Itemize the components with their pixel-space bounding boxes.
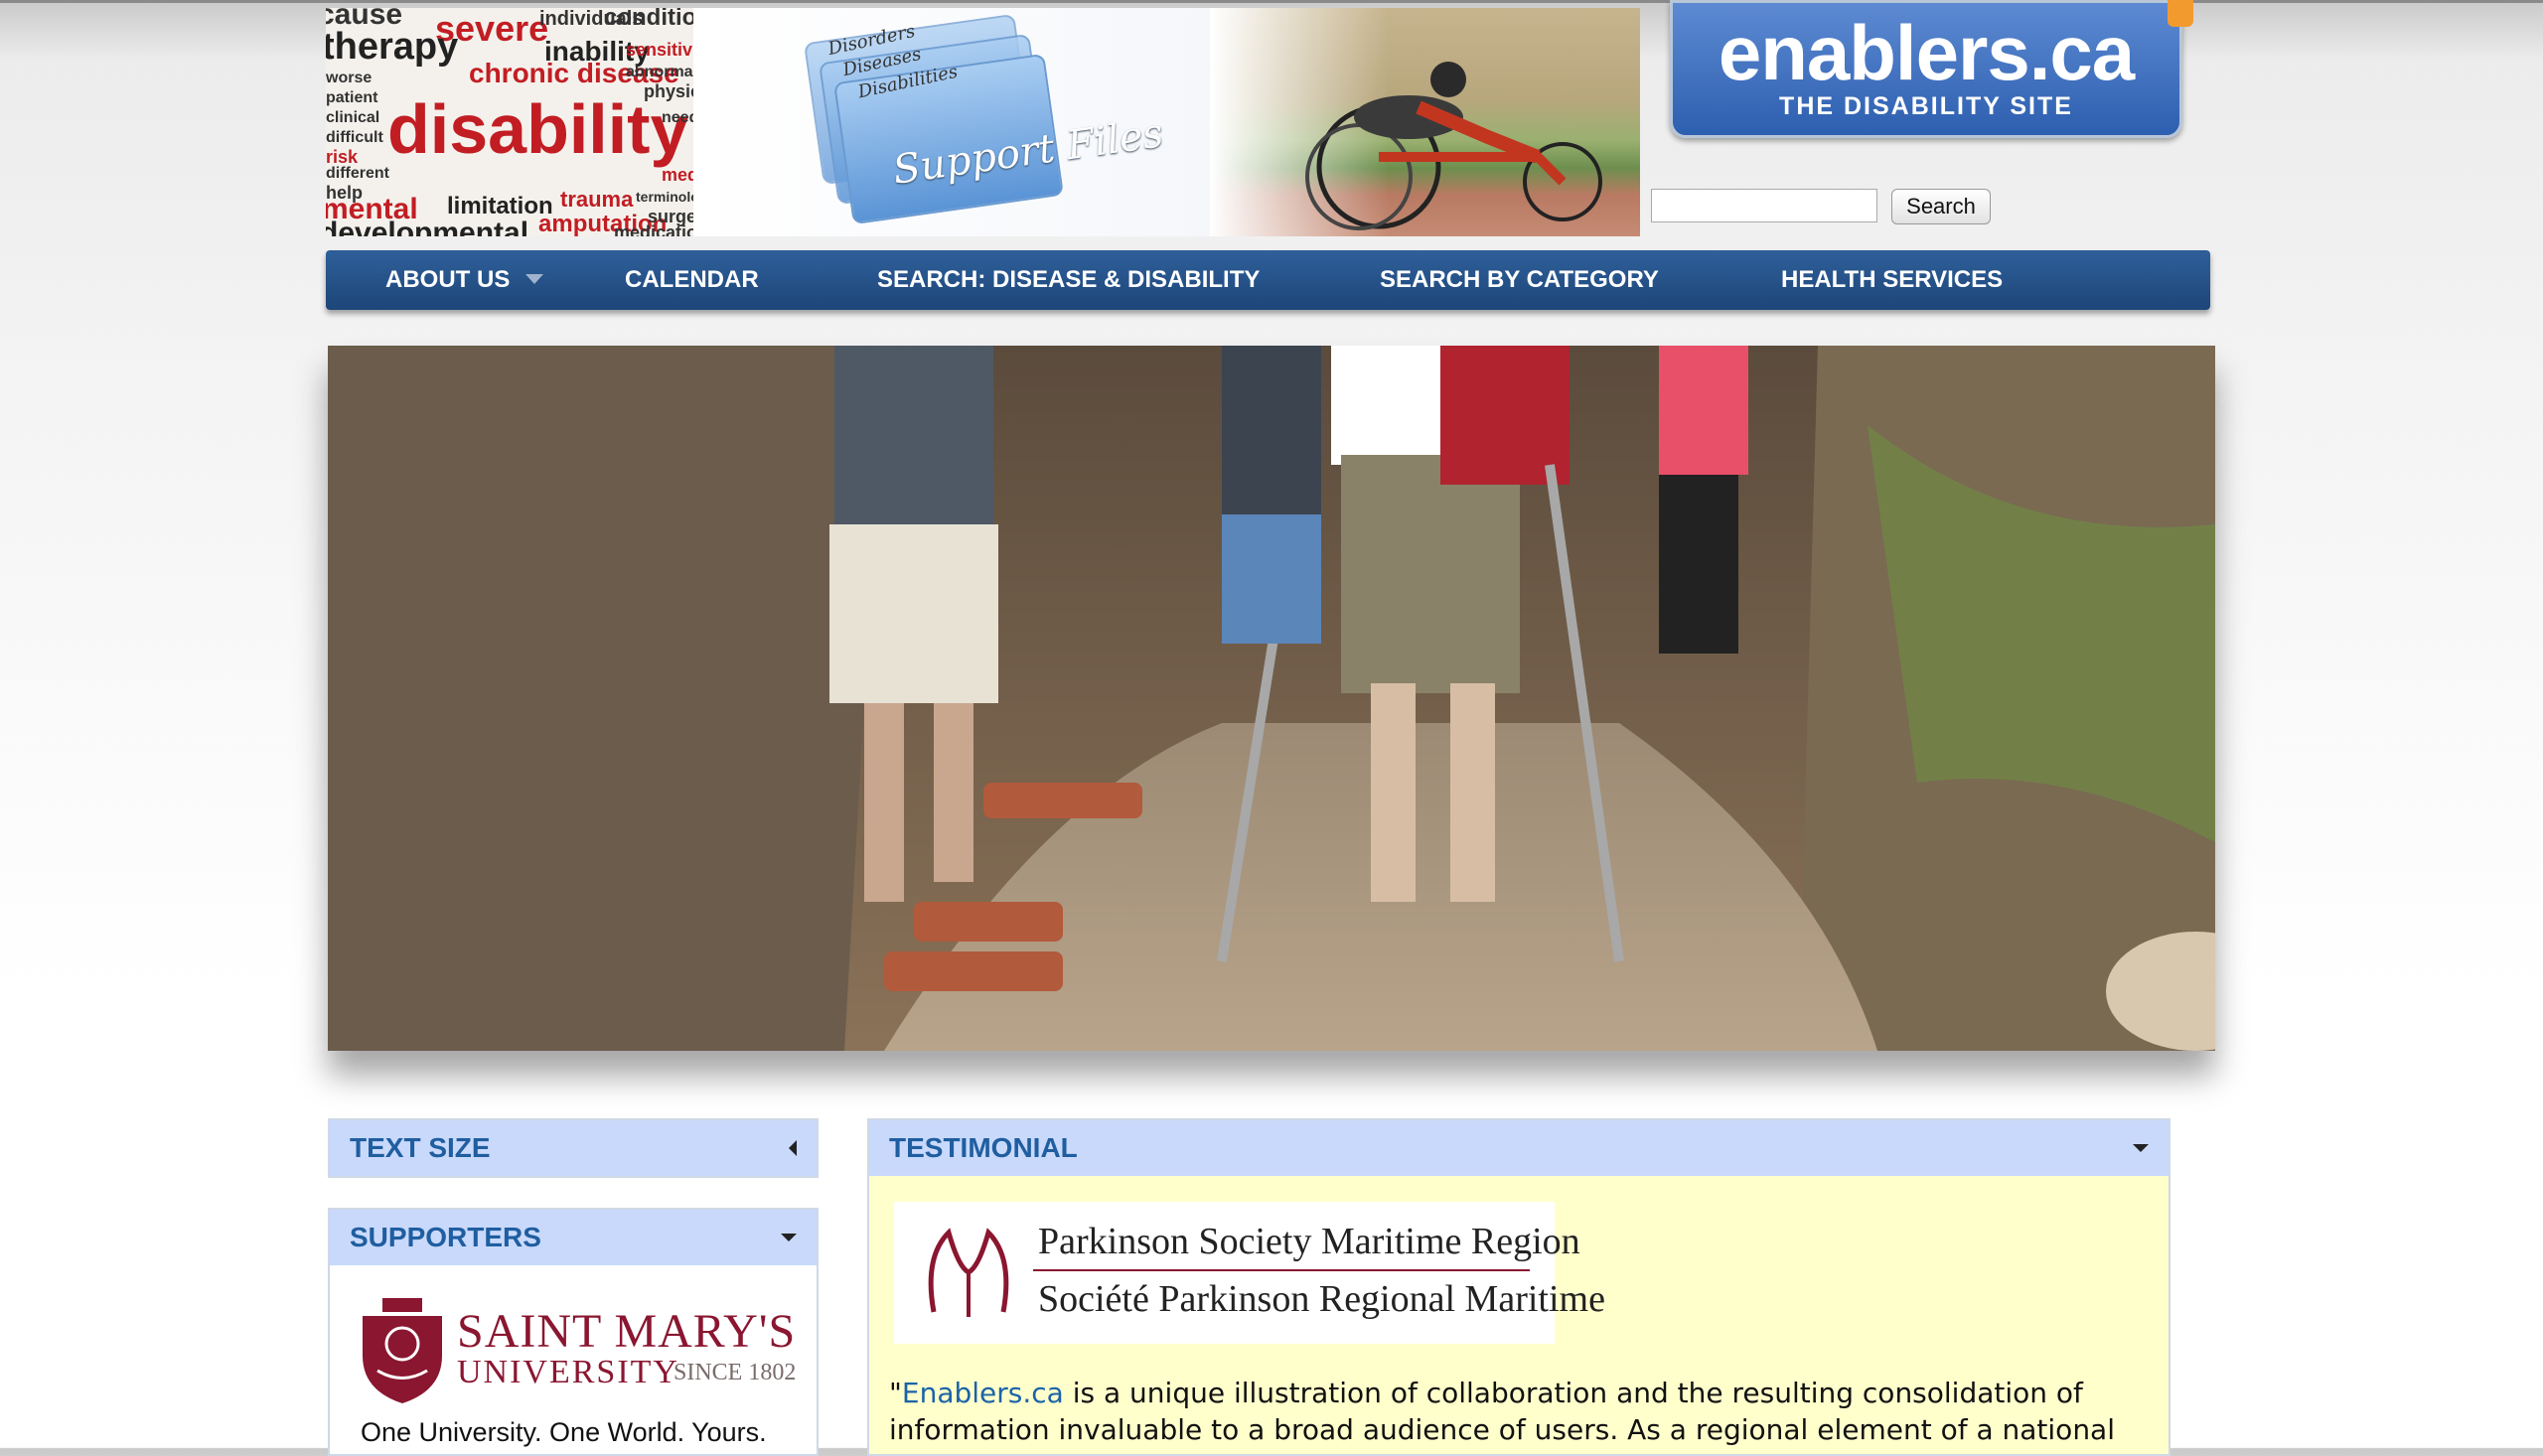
collapse-down-icon[interactable]	[781, 1234, 797, 1241]
logo-subtitle: THE DISABILITY SITE	[1779, 92, 2073, 120]
nav-item-calendar[interactable]: CALENDAR	[625, 266, 759, 294]
collapse-down-icon[interactable]	[2133, 1144, 2149, 1152]
hiking-trail-illustration	[328, 346, 2215, 1051]
nav-item-health-services[interactable]: HEALTH SERVICES	[1781, 266, 2003, 294]
tulip-icon	[928, 1228, 1009, 1317]
logo-corner-badge	[2168, 0, 2193, 27]
module-title: TEXT SIZE	[350, 1132, 491, 1163]
search-input[interactable]	[1651, 189, 1877, 222]
parkinson-society-logo[interactable]: Parkinson Society Maritime Region Sociét…	[894, 1202, 1605, 1344]
site-logo[interactable]: enablers.ca THE DISABILITY SITE	[1670, 0, 2193, 138]
main-nav: ABOUT US CALENDAR SEARCH: DISEASE & DISA…	[326, 250, 2210, 310]
testimonial-module: TESTIMONIAL Parkinson Society Maritime R…	[867, 1118, 2170, 1456]
collapse-left-icon[interactable]	[789, 1140, 797, 1156]
dropdown-caret-icon	[525, 273, 544, 284]
hero-image-hikers-on-trail	[328, 346, 2215, 1051]
nav-item-search-disease-disability[interactable]: SEARCH: DISEASE & DISABILITY	[877, 266, 1260, 294]
disability-word-collage: cause severe individuals conditions ther…	[326, 8, 693, 236]
wheelchair-racer-illustration	[1305, 62, 1602, 230]
text-size-module: TEXT SIZE	[328, 1118, 819, 1178]
supporters-header[interactable]: SUPPORTERS	[330, 1210, 817, 1265]
support-files-folders-image: Disorders Diseases Disabilities Support …	[693, 8, 1210, 236]
module-title: TESTIMONIAL	[889, 1132, 1078, 1163]
enablers-link[interactable]: Enablers.ca	[902, 1377, 1064, 1409]
nav-item-search-by-category[interactable]: SEARCH BY CATEGORY	[1380, 266, 1659, 294]
search-button[interactable]: Search	[1891, 189, 1991, 224]
nav-item-about-us[interactable]: ABOUT US	[385, 266, 544, 294]
wheelchair-racer-image	[1210, 8, 1640, 236]
header-banner: cause severe individuals conditions ther…	[326, 8, 1640, 236]
logo-title: enablers.ca	[1718, 9, 2135, 96]
module-title: SUPPORTERS	[350, 1222, 541, 1252]
testimonial-quote: "Enablers.ca is a unique illustration of…	[889, 1377, 2115, 1446]
university-crest-icon	[363, 1298, 442, 1403]
text-size-header[interactable]: TEXT SIZE	[330, 1120, 817, 1176]
testimonial-header[interactable]: TESTIMONIAL	[869, 1120, 2169, 1176]
university-tagline: One University. One World. Yours.	[361, 1417, 767, 1447]
logo-divider	[1033, 1269, 1530, 1271]
